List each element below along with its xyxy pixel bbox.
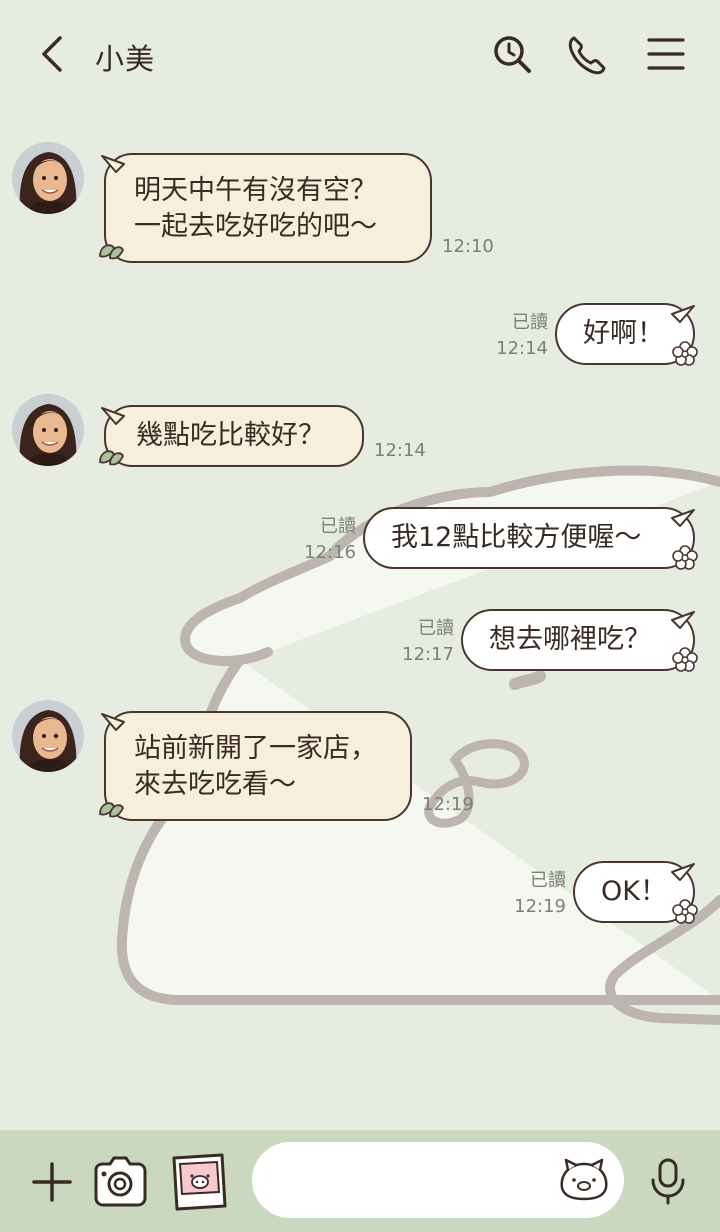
friend-avatar[interactable] bbox=[12, 142, 84, 214]
message-line: 站前新開了一家店， bbox=[134, 733, 377, 764]
read-receipt: 已讀 12:17 bbox=[396, 616, 454, 668]
message-time: 12:16 bbox=[304, 542, 356, 563]
read-label: 已讀 bbox=[512, 312, 548, 333]
friend-avatar[interactable] bbox=[12, 394, 84, 466]
read-label: 已讀 bbox=[530, 870, 566, 891]
bubble-tail bbox=[671, 611, 695, 629]
incoming-message-bubble[interactable]: 幾點吃比較好？ bbox=[104, 405, 364, 467]
message-text: 想去哪裡吃？ bbox=[489, 624, 651, 655]
flower-icon bbox=[672, 545, 698, 570]
message-time: 12:17 bbox=[402, 644, 454, 665]
message-text: OK！ bbox=[601, 876, 667, 907]
message-time: 12:19 bbox=[422, 794, 474, 815]
flower-icon bbox=[672, 647, 698, 672]
read-label: 已讀 bbox=[320, 516, 356, 537]
read-receipt: 已讀 12:19 bbox=[508, 868, 566, 920]
message-text: 我12點比較方便喔～ bbox=[391, 522, 642, 553]
message-time: 12:10 bbox=[442, 236, 494, 257]
leaf-icon bbox=[99, 802, 125, 818]
outgoing-message-bubble[interactable]: 我12點比較方便喔～ bbox=[363, 507, 695, 569]
photo-sticker-icon[interactable] bbox=[170, 1152, 228, 1212]
flower-icon bbox=[672, 341, 698, 366]
message-text: 好啊！ bbox=[583, 318, 664, 349]
message-time: 12:14 bbox=[374, 440, 426, 461]
read-receipt: 已讀 12:16 bbox=[298, 514, 356, 566]
bubble-tail bbox=[671, 863, 695, 881]
microphone-icon[interactable] bbox=[648, 1156, 688, 1206]
leaf-icon bbox=[99, 244, 125, 260]
read-receipt: 已讀 12:14 bbox=[490, 310, 548, 362]
read-label: 已讀 bbox=[418, 618, 454, 639]
bubble-tail bbox=[101, 155, 125, 173]
search-icon[interactable] bbox=[492, 32, 532, 76]
bubble-tail bbox=[101, 407, 125, 425]
emoji-icon[interactable] bbox=[556, 1154, 612, 1202]
incoming-message-bubble[interactable]: 站前新開了一家店， 來去吃吃看～ bbox=[104, 711, 412, 821]
flower-icon bbox=[672, 899, 698, 924]
chat-header: 小美 bbox=[0, 0, 720, 110]
friend-avatar[interactable] bbox=[12, 700, 84, 772]
message-time: 12:19 bbox=[514, 896, 566, 917]
message-line: 幾點吃比較好？ bbox=[136, 420, 325, 451]
hamburger-menu-icon[interactable] bbox=[646, 32, 686, 76]
bubble-tail bbox=[101, 713, 125, 731]
message-line: 來去吃吃看～ bbox=[134, 769, 296, 800]
message-time: 12:14 bbox=[496, 338, 548, 359]
message-line: 明天中午有沒有空？ bbox=[134, 175, 377, 206]
plus-icon[interactable] bbox=[30, 1160, 74, 1204]
chevron-left-icon[interactable] bbox=[36, 32, 72, 76]
contact-name: 小美 bbox=[95, 42, 156, 76]
incoming-message-bubble[interactable]: 明天中午有沒有空？ 一起去吃好吃的吧～ bbox=[104, 153, 432, 263]
bubble-tail bbox=[671, 509, 695, 527]
leaf-icon bbox=[99, 450, 125, 466]
phone-icon[interactable] bbox=[566, 32, 606, 76]
bubble-tail bbox=[671, 305, 695, 323]
outgoing-message-bubble[interactable]: 想去哪裡吃？ bbox=[461, 609, 695, 671]
camera-icon[interactable] bbox=[90, 1154, 150, 1210]
message-line: 一起去吃好吃的吧～ bbox=[134, 211, 377, 242]
